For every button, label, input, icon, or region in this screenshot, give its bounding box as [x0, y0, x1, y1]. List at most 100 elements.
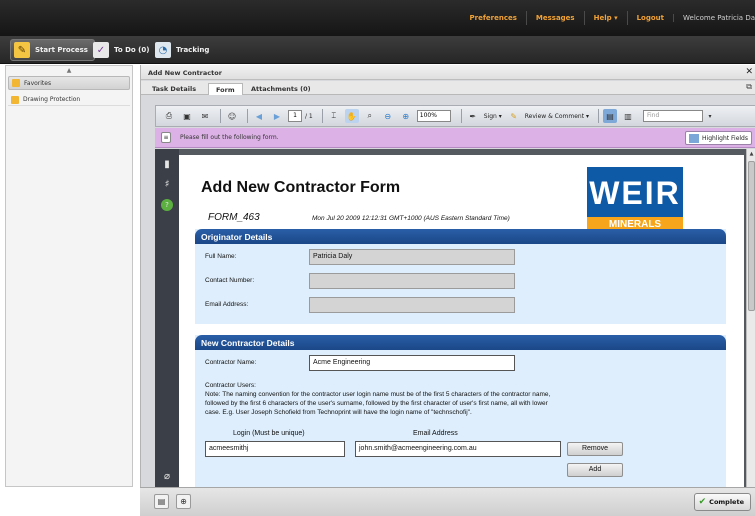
zoom-tool-icon[interactable]: ⌕ [363, 109, 377, 123]
save-icon[interactable]: ▣ [180, 109, 194, 123]
zoom-out-icon[interactable]: ⊖ [381, 109, 395, 123]
contact-number-field [309, 273, 515, 289]
contractor-users-label: Contractor Users: [205, 382, 256, 389]
zoom-select[interactable]: 100% [416, 110, 451, 122]
tab-todo[interactable]: ✓ To Do (0) [90, 39, 155, 61]
contractor-name-input[interactable]: Acme Engineering [309, 355, 515, 371]
page-number-input[interactable]: 1 [288, 110, 302, 122]
full-name-field: Patricia Daly [309, 249, 515, 265]
start-process-icon: ✎ [14, 42, 30, 58]
left-panel: ▲ Favorites Drawing Protection [5, 65, 133, 487]
naming-note-line-2: followed by the first 6 characters of th… [205, 400, 548, 407]
add-button[interactable]: Add [567, 463, 623, 477]
contact-number-label: Contact Number: [205, 277, 255, 284]
chevron-down-icon[interactable]: ▾ [703, 109, 717, 123]
tab-form[interactable]: Form [208, 83, 243, 95]
tracking-icon: ◔ [155, 42, 171, 58]
sidebar-item-drawing-protection[interactable]: Drawing Protection [8, 94, 130, 106]
scroll-thumb[interactable] [748, 161, 755, 311]
document-icon: ≡ [161, 132, 171, 143]
tab-tracking[interactable]: ◔ Tracking [152, 39, 215, 61]
panel-title: Add New Contractor ✕ [141, 65, 755, 80]
toolbar-divider [460, 109, 462, 123]
attach-icon[interactable]: ⊕ [176, 494, 191, 509]
fit-page-icon[interactable]: ▤ [602, 109, 617, 123]
tab-start-process-label: Start Process [35, 46, 88, 54]
work-panel: Add New Contractor ✕ Task Details Form A… [140, 65, 755, 516]
drawing-protection-label: Drawing Protection [23, 96, 81, 103]
highlight-fields-label: Highlight Fields [702, 134, 748, 142]
fit-width-icon[interactable]: ▥ [621, 109, 635, 123]
task-tabs: Task Details Form Attachments (0) ⧉ [141, 81, 755, 95]
top-bar: Preferences Messages Help ▾ Logout Welco… [0, 0, 755, 36]
hand-tool-icon[interactable]: ✋ [344, 109, 359, 123]
select-tool-icon[interactable]: ⌶ [327, 109, 341, 123]
pdf-sidebar: ▮ ♯ ? ⌀ ✍ [155, 149, 179, 511]
close-icon[interactable]: ✕ [745, 67, 753, 77]
toolbar-divider [597, 109, 599, 123]
company-logo: WEIR MINERALS [587, 167, 683, 233]
pages-icon[interactable]: ▮ [160, 157, 174, 171]
pdf-toolbar: ⎙ ▣ ✉ ☺ ◀ ▶ 1 / 1 ⌶ ✋ ⌕ ⊖ ⊕ 100% ✒ Sign … [155, 105, 755, 127]
originator-heading: Originator Details [195, 229, 726, 244]
comment-icon: ✎ [510, 111, 518, 121]
document-viewport: Add New Contractor Form FORM_463 Mon Jul… [179, 149, 755, 511]
highlight-fields-button[interactable]: Highlight Fields [685, 131, 752, 145]
sign-button[interactable]: Sign ▾ [484, 113, 502, 120]
paperclip-icon[interactable]: ⌀ [160, 469, 174, 483]
form-number: FORM_463 [208, 212, 260, 223]
sign-icon: ✒ [469, 111, 477, 121]
binoculars-icon[interactable]: ♯ [160, 177, 174, 191]
preferences-link[interactable]: Preferences [461, 11, 526, 25]
panel-title-text: Add New Contractor [148, 69, 222, 77]
email-column-header: Email Address [413, 430, 458, 437]
email-input[interactable]: john.smith@acmeengineering.com.au [355, 441, 561, 457]
tab-attachments[interactable]: Attachments (0) [244, 83, 318, 95]
tab-task-details[interactable]: Task Details [145, 83, 203, 95]
originator-section: Originator Details Full Name: Patricia D… [195, 229, 726, 324]
scroll-up-icon[interactable]: ▲ [748, 150, 755, 158]
note-icon[interactable]: ▤ [154, 494, 169, 509]
main-nav: ✎ Start Process ✓ To Do (0) ◔ Tracking [0, 36, 755, 64]
tab-start-process[interactable]: ✎ Start Process [10, 39, 95, 61]
login-input[interactable]: acmeesmithj [205, 441, 345, 457]
popout-icon[interactable]: ⧉ [746, 82, 752, 92]
checkmark-icon: ✔ [698, 497, 707, 507]
logout-link[interactable]: Logout [626, 11, 673, 25]
process-icon [11, 95, 19, 104]
naming-note-line-3: case. E.g. User Joseph Schofield from Te… [205, 409, 472, 416]
zoom-in-icon[interactable]: ⊕ [399, 109, 413, 123]
find-input[interactable]: Find [642, 110, 703, 122]
remove-button[interactable]: Remove [567, 442, 623, 456]
messages-link[interactable]: Messages [525, 11, 584, 25]
toolbar-divider [247, 109, 248, 123]
review-comment-button[interactable]: Review & Comment ▾ [525, 113, 589, 120]
star-icon [12, 79, 20, 87]
contractor-heading: New Contractor Details [195, 335, 726, 350]
user-icon[interactable]: ☺ [225, 109, 239, 123]
app-window: Preferences Messages Help ▾ Logout Welco… [0, 0, 755, 516]
help-icon[interactable]: ? [161, 199, 173, 211]
collapse-icon[interactable]: ▲ [6, 66, 132, 75]
todo-icon: ✓ [93, 42, 109, 58]
email-address-field [309, 297, 515, 313]
form-page: Add New Contractor Form FORM_463 Mon Jul… [179, 155, 744, 511]
contractor-name-label: Contractor Name: [205, 359, 257, 366]
form-date: Mon Jul 20 2009 12:12:31 GMT+1000 (AUS E… [312, 215, 510, 222]
vertical-scrollbar[interactable]: ▲ ▼ [746, 149, 755, 511]
complete-button[interactable]: ✔ Complete [693, 493, 751, 511]
fill-message: Please fill out the following form. [180, 134, 279, 141]
help-link[interactable]: Help ▾ [583, 11, 627, 25]
naming-note-line-1: Note: The naming convention for the cont… [205, 391, 551, 398]
print-icon[interactable]: ⎙ [162, 109, 176, 123]
highlight-icon [689, 133, 700, 143]
tab-tracking-label: Tracking [176, 46, 210, 54]
toolbar-divider [321, 109, 323, 123]
prev-page-icon[interactable]: ◀ [252, 109, 266, 123]
next-page-icon[interactable]: ▶ [270, 109, 284, 123]
toolbar-divider [220, 109, 221, 123]
email-icon[interactable]: ✉ [198, 109, 212, 123]
complete-label: Complete [709, 498, 744, 506]
favorites-header[interactable]: Favorites [8, 76, 130, 90]
left-bottom-space [0, 487, 140, 516]
